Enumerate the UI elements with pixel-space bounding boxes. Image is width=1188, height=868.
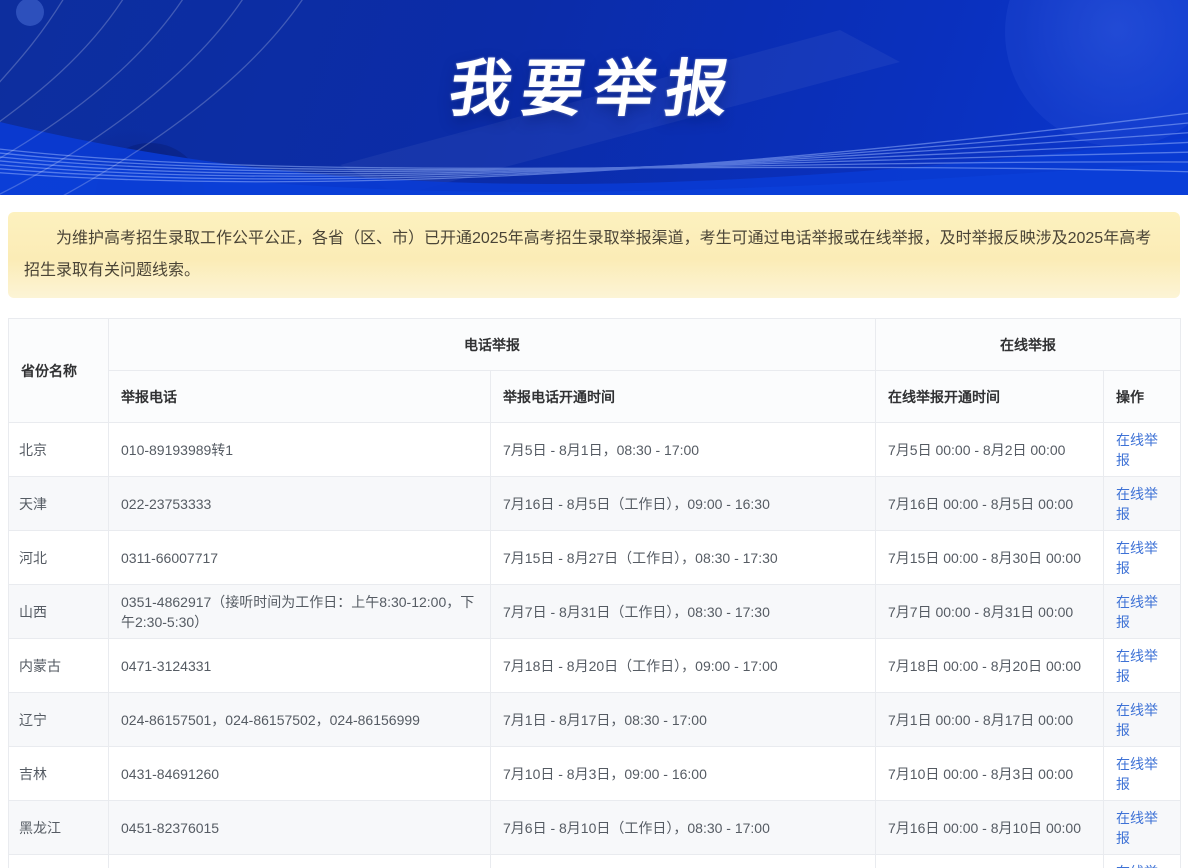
online-report-link[interactable]: 在线举报 [1116,540,1158,576]
notice-text: 为维护高考招生录取工作公平公正，各省（区、市）已开通2025年高考招生录取举报渠… [24,223,1164,287]
phone-time-cell: 7月16日 - 8月5日（工作日），09:00 - 16:30 [491,477,876,531]
report-table: 省份名称 电话举报 在线举报 举报电话 举报电话开通时间 在线举报开通时间 操作… [8,318,1181,868]
province-cell: 吉林 [9,747,109,801]
phone-cell: 024-86157501，024-86157502，024-86156999 [109,693,491,747]
online-time-cell: 7月18日 00:00 - 8月20日 00:00 [876,639,1104,693]
phone-cell: 0451-82376015 [109,801,491,855]
online-time-cell: 7月16日 00:00 - 8月10日 00:00 [876,801,1104,855]
online-report-link[interactable]: 在线举报 [1116,594,1158,630]
online-report-link[interactable]: 在线举报 [1116,864,1158,868]
online-report-link[interactable]: 在线举报 [1116,810,1158,846]
table-row: 北京 010-89193989转1 7月5日 - 8月1日，08:30 - 17… [9,423,1181,477]
header-phone-time: 举报电话开通时间 [491,371,876,423]
header-province: 省份名称 [9,319,109,423]
phone-cell: 021-35367210 [109,855,491,868]
online-time-cell: 7月7日 00:00 - 8月31日 00:00 [876,585,1104,639]
online-report-link[interactable]: 在线举报 [1116,432,1158,468]
online-time-cell: 7月5日 00:00 - 8月2日 00:00 [876,423,1104,477]
table-row: 吉林 0431-84691260 7月10日 - 8月3日，09:00 - 16… [9,747,1181,801]
phone-time-cell: 7月6日 - 8月10日（工作日），08:30 - 17:00 [491,801,876,855]
online-time-cell: 7月16日 00:00 - 8月5日 00:00 [876,477,1104,531]
online-report-link[interactable]: 在线举报 [1116,486,1158,522]
phone-cell: 0311-66007717 [109,531,491,585]
phone-cell: 022-23753333 [109,477,491,531]
province-cell: 内蒙古 [9,639,109,693]
online-time-cell: 7月18日 09:00 - 8月5日 16:00 [876,855,1104,868]
province-cell: 山西 [9,585,109,639]
online-time-cell: 7月15日 00:00 - 8月30日 00:00 [876,531,1104,585]
table-row: 辽宁 024-86157501，024-86157502，024-8615699… [9,693,1181,747]
header-phone-group: 电话举报 [109,319,876,371]
online-time-cell: 7月10日 00:00 - 8月3日 00:00 [876,747,1104,801]
phone-time-cell: 7月15日 - 8月27日（工作日），08:30 - 17:30 [491,531,876,585]
online-time-cell: 7月1日 00:00 - 8月17日 00:00 [876,693,1104,747]
header-action: 操作 [1104,371,1181,423]
table-row: 内蒙古 0471-3124331 7月18日 - 8月20日（工作日），09:0… [9,639,1181,693]
header-online-group: 在线举报 [876,319,1181,371]
banner: 我要举报 [0,0,1188,195]
province-cell: 北京 [9,423,109,477]
page: 我要举报 为维护高考招生录取工作公平公正，各省（区、市）已开通2025年高考招生… [0,0,1188,868]
online-report-link[interactable]: 在线举报 [1116,648,1158,684]
table-body: 北京 010-89193989转1 7月5日 - 8月1日，08:30 - 17… [9,423,1181,868]
phone-cell: 0431-84691260 [109,747,491,801]
online-report-link[interactable]: 在线举报 [1116,756,1158,792]
table-row: 河北 0311-66007717 7月15日 - 8月27日（工作日），08:3… [9,531,1181,585]
online-report-link[interactable]: 在线举报 [1116,702,1158,738]
phone-cell: 0351-4862917（接听时间为工作日：上午8:30-12:00，下午2:3… [109,585,491,639]
province-cell: 黑龙江 [9,801,109,855]
phone-time-cell: 7月5日 - 8月1日，08:30 - 17:00 [491,423,876,477]
table-row: 天津 022-23753333 7月16日 - 8月5日（工作日），09:00 … [9,477,1181,531]
phone-time-cell: 7月18日 - 8月20日（工作日），09:00 - 17:00 [491,639,876,693]
table-row: 黑龙江 0451-82376015 7月6日 - 8月10日（工作日），08:3… [9,801,1181,855]
province-cell: 上海 [9,855,109,868]
province-cell: 河北 [9,531,109,585]
page-title: 我要举报 [0,50,1188,130]
phone-time-cell: 7月18日 - 8月5日（工作日），09:00 - 16:00 [491,855,876,868]
phone-cell: 0471-3124331 [109,639,491,693]
province-cell: 辽宁 [9,693,109,747]
table-row: 上海 021-35367210 7月18日 - 8月5日（工作日），09:00 … [9,855,1181,868]
header-phone: 举报电话 [109,371,491,423]
header-online-time: 在线举报开通时间 [876,371,1104,423]
notice-box: 为维护高考招生录取工作公平公正，各省（区、市）已开通2025年高考招生录取举报渠… [8,212,1180,298]
phone-time-cell: 7月7日 - 8月31日（工作日），08:30 - 17:30 [491,585,876,639]
province-cell: 天津 [9,477,109,531]
table-row: 山西 0351-4862917（接听时间为工作日：上午8:30-12:00，下午… [9,585,1181,639]
phone-time-cell: 7月1日 - 8月17日，08:30 - 17:00 [491,693,876,747]
phone-time-cell: 7月10日 - 8月3日，09:00 - 16:00 [491,747,876,801]
table-header: 省份名称 电话举报 在线举报 举报电话 举报电话开通时间 在线举报开通时间 操作 [9,319,1181,423]
phone-cell: 010-89193989转1 [109,423,491,477]
